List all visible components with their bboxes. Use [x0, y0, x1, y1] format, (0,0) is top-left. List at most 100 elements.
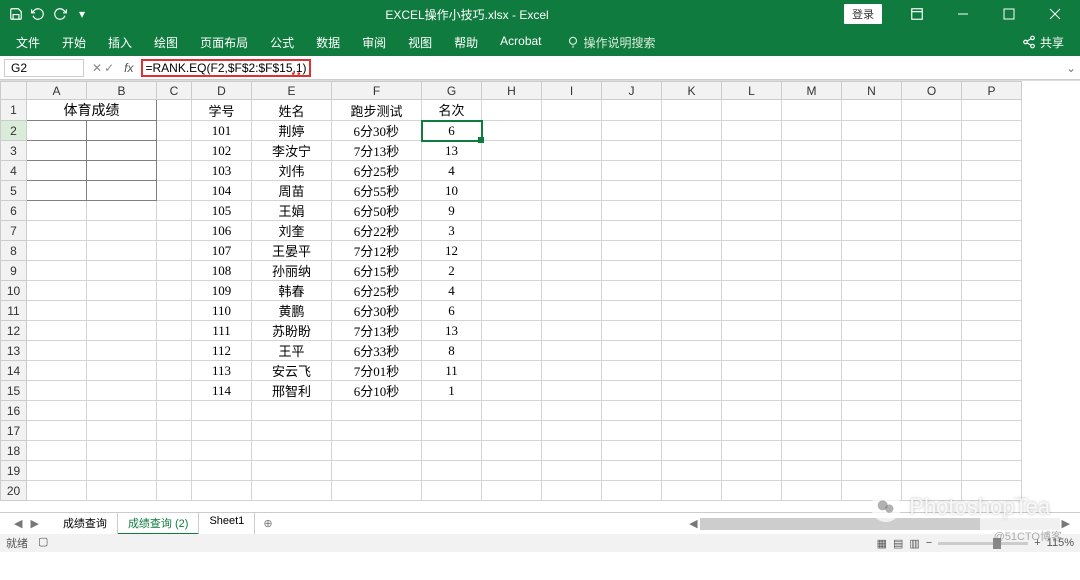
cell-O12[interactable]	[902, 321, 962, 341]
cell-K12[interactable]	[662, 321, 722, 341]
cell-B10[interactable]	[87, 281, 157, 301]
cell-G11[interactable]: 6	[422, 301, 482, 321]
cell-M9[interactable]	[782, 261, 842, 281]
cell-C4[interactable]	[157, 161, 192, 181]
cell-G13[interactable]: 8	[422, 341, 482, 361]
cell-O15[interactable]	[902, 381, 962, 401]
cell-J7[interactable]	[602, 221, 662, 241]
cell-C10[interactable]	[157, 281, 192, 301]
cell-A19[interactable]	[27, 461, 87, 481]
cell-P10[interactable]	[962, 281, 1022, 301]
select-all-corner[interactable]	[1, 82, 27, 100]
cell-A4[interactable]	[27, 161, 87, 181]
cell-I3[interactable]	[542, 141, 602, 161]
tab-绘图[interactable]: 绘图	[144, 30, 188, 55]
cell-P9[interactable]	[962, 261, 1022, 281]
cell-F3[interactable]: 7分13秒	[332, 141, 422, 161]
cell-F10[interactable]: 6分25秒	[332, 281, 422, 301]
cell-E16[interactable]	[252, 401, 332, 421]
cell-L11[interactable]	[722, 301, 782, 321]
cell-N12[interactable]	[842, 321, 902, 341]
cell-H7[interactable]	[482, 221, 542, 241]
row-header-1[interactable]: 1	[1, 100, 27, 121]
cell-K11[interactable]	[662, 301, 722, 321]
cell-K19[interactable]	[662, 461, 722, 481]
cell-E6[interactable]: 王娟	[252, 201, 332, 221]
cell-J6[interactable]	[602, 201, 662, 221]
spreadsheet-grid[interactable]: ABCDEFGHIJKLMNOP 1体育成绩学号姓名跑步测试名次2101荆婷6分…	[0, 81, 1022, 501]
cell-C3[interactable]	[157, 141, 192, 161]
name-box[interactable]: G2	[4, 59, 84, 77]
col-header-P[interactable]: P	[962, 82, 1022, 100]
cell-B20[interactable]	[87, 481, 157, 501]
cell-M7[interactable]	[782, 221, 842, 241]
cell-N13[interactable]	[842, 341, 902, 361]
cell-M4[interactable]	[782, 161, 842, 181]
cell-O7[interactable]	[902, 221, 962, 241]
cell-D11[interactable]: 110	[192, 301, 252, 321]
cell-G4[interactable]: 4	[422, 161, 482, 181]
cell-E19[interactable]	[252, 461, 332, 481]
cell-L9[interactable]	[722, 261, 782, 281]
cell-L14[interactable]	[722, 361, 782, 381]
cell-D10[interactable]: 109	[192, 281, 252, 301]
cell-D8[interactable]: 107	[192, 241, 252, 261]
cell-A14[interactable]	[27, 361, 87, 381]
sheet-tab-2[interactable]: Sheet1	[199, 513, 255, 535]
cell-K8[interactable]	[662, 241, 722, 261]
tab-页面布局[interactable]: 页面布局	[190, 30, 258, 55]
cell-F11[interactable]: 6分30秒	[332, 301, 422, 321]
cell-A10[interactable]	[27, 281, 87, 301]
cell-C12[interactable]	[157, 321, 192, 341]
cell-N7[interactable]	[842, 221, 902, 241]
cell-I9[interactable]	[542, 261, 602, 281]
cell-D16[interactable]	[192, 401, 252, 421]
cell-L5[interactable]	[722, 181, 782, 201]
col-header-G[interactable]: G	[422, 82, 482, 100]
cell-H12[interactable]	[482, 321, 542, 341]
sheet-tab-1[interactable]: 成绩查询 (2)	[118, 513, 200, 535]
close-icon[interactable]	[1034, 0, 1076, 28]
cell-J19[interactable]	[602, 461, 662, 481]
cell-M15[interactable]	[782, 381, 842, 401]
cell-B16[interactable]	[87, 401, 157, 421]
cell-E8[interactable]: 王晏平	[252, 241, 332, 261]
sheet-nav-prev-icon[interactable]: ◀	[14, 517, 22, 530]
cell-H13[interactable]	[482, 341, 542, 361]
cell-G14[interactable]: 11	[422, 361, 482, 381]
cell-M11[interactable]	[782, 301, 842, 321]
cell-F16[interactable]	[332, 401, 422, 421]
cell-G10[interactable]: 4	[422, 281, 482, 301]
cell-D1[interactable]: 学号	[192, 100, 252, 121]
cell-G15[interactable]: 1	[422, 381, 482, 401]
cell-E14[interactable]: 安云飞	[252, 361, 332, 381]
cell-C2[interactable]	[157, 121, 192, 141]
cell-B19[interactable]	[87, 461, 157, 481]
cell-G20[interactable]	[422, 481, 482, 501]
cell-E7[interactable]: 刘奎	[252, 221, 332, 241]
cell-I4[interactable]	[542, 161, 602, 181]
cell-A18[interactable]	[27, 441, 87, 461]
cell-F18[interactable]	[332, 441, 422, 461]
login-button[interactable]: 登录	[844, 4, 882, 24]
col-header-H[interactable]: H	[482, 82, 542, 100]
row-header-2[interactable]: 2	[1, 121, 27, 141]
cell-J12[interactable]	[602, 321, 662, 341]
cell-C13[interactable]	[157, 341, 192, 361]
cell-G2[interactable]: 6	[422, 121, 482, 141]
tab-视图[interactable]: 视图	[398, 30, 442, 55]
view-break-icon[interactable]: ▥	[909, 537, 919, 550]
cell-K3[interactable]	[662, 141, 722, 161]
cell-B6[interactable]	[87, 201, 157, 221]
cell-A6[interactable]	[27, 201, 87, 221]
cell-O16[interactable]	[902, 401, 962, 421]
cell-I10[interactable]	[542, 281, 602, 301]
fx-icon[interactable]: fx	[124, 61, 133, 75]
cell-H9[interactable]	[482, 261, 542, 281]
cell-B3[interactable]	[87, 141, 157, 161]
cell-L1[interactable]	[722, 100, 782, 121]
tab-插入[interactable]: 插入	[98, 30, 142, 55]
cell-G5[interactable]: 10	[422, 181, 482, 201]
cell-O11[interactable]	[902, 301, 962, 321]
cell-B9[interactable]	[87, 261, 157, 281]
